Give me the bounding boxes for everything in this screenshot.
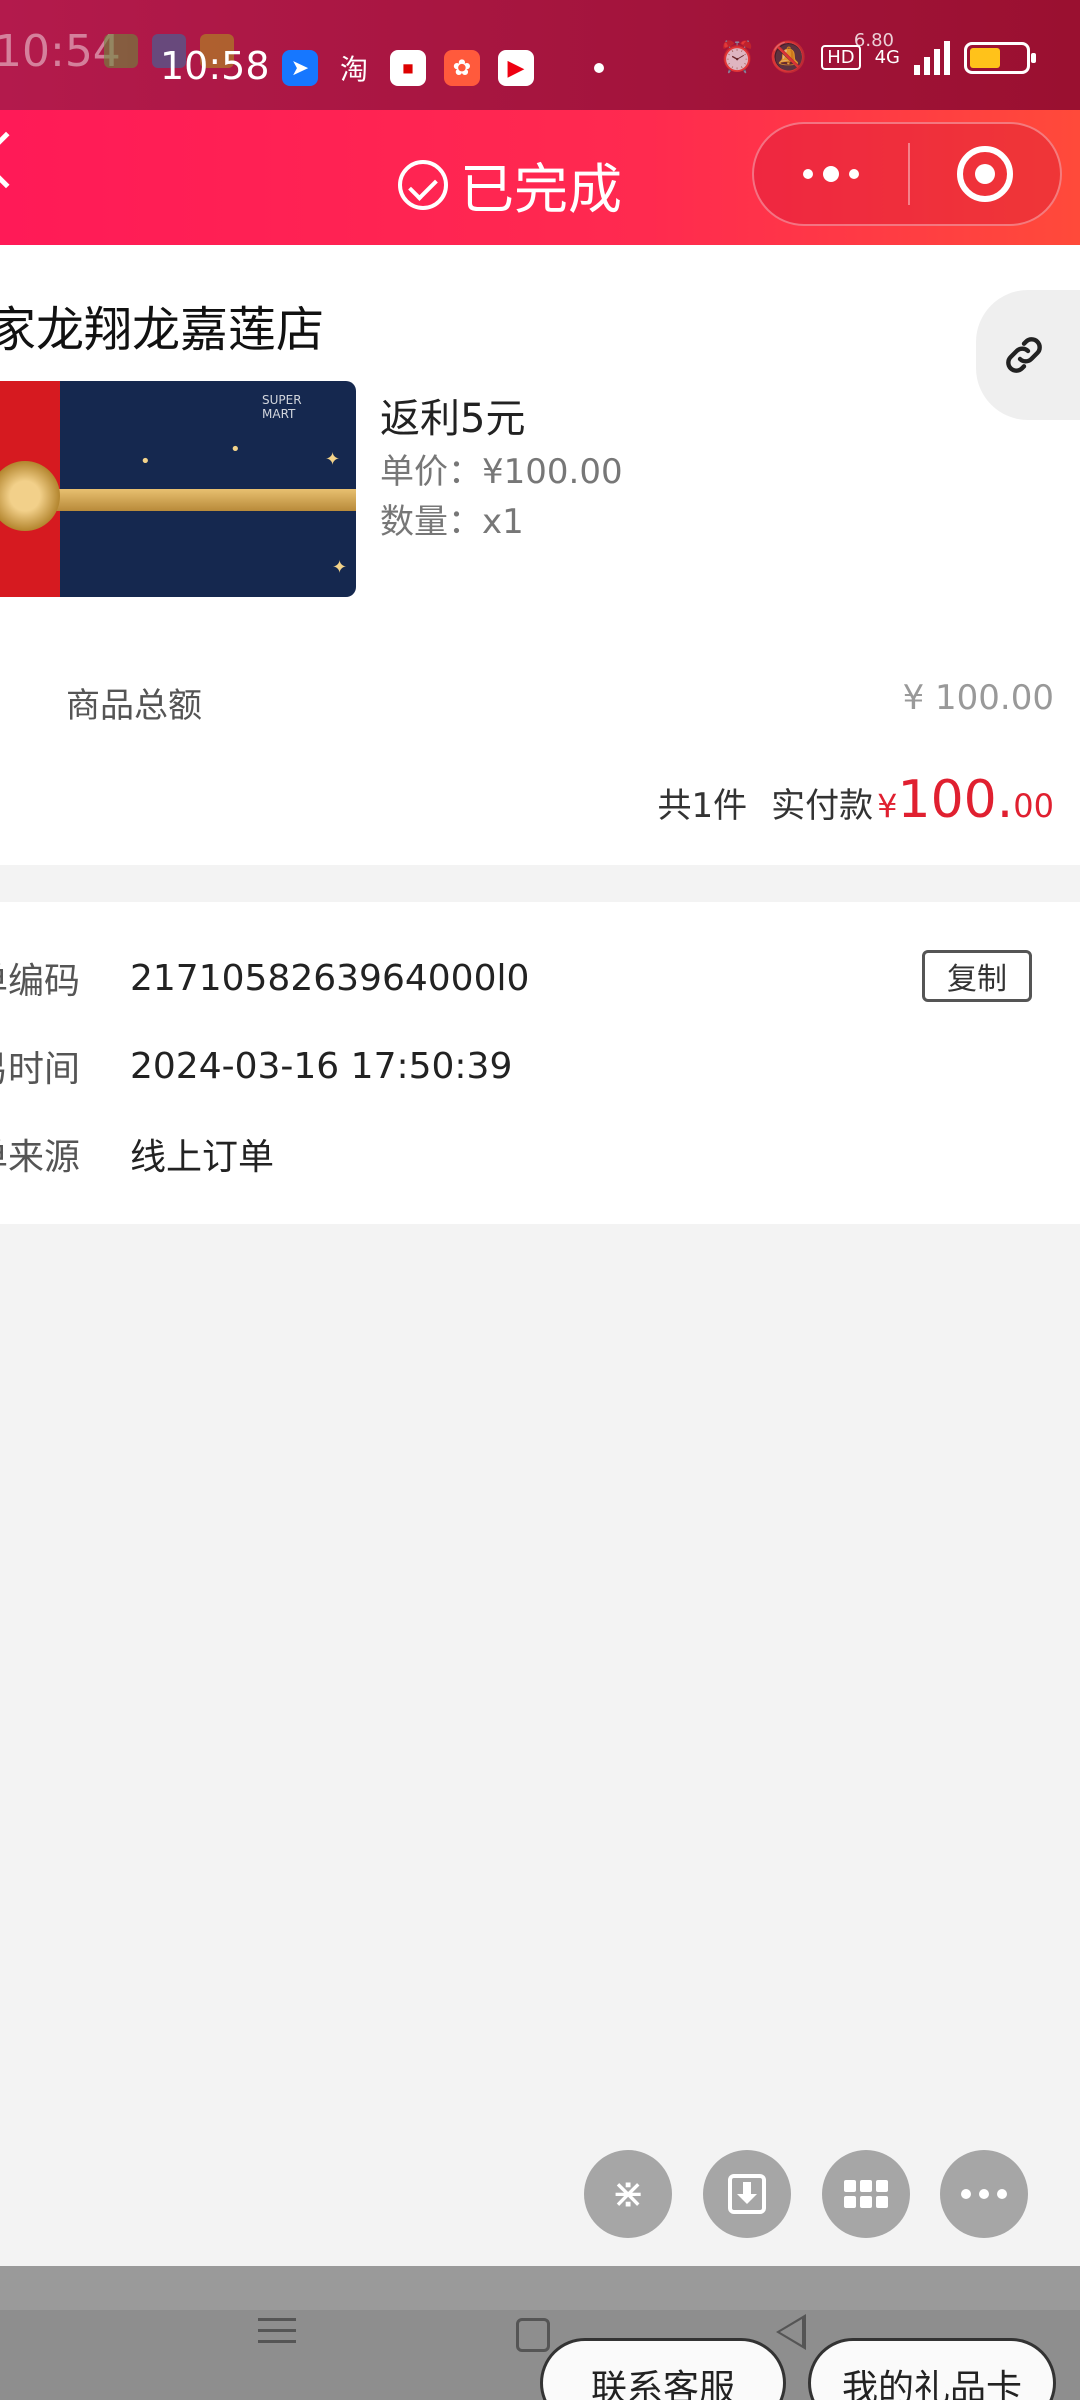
order-source-label: 单来源 xyxy=(0,1137,81,1178)
product-image[interactable]: SUPER MART • • ✦ ✦ xyxy=(0,381,356,597)
order-number-value: 2171058263964000l0 xyxy=(130,957,530,999)
check-circle-icon xyxy=(398,159,448,210)
more-icon xyxy=(961,2189,1007,2199)
taobao-icon: 淘 xyxy=(339,53,368,86)
video-app-icon: ✿ xyxy=(444,50,480,86)
nav-home-icon[interactable] xyxy=(516,2318,550,2352)
product-quantity: 数量：x1 xyxy=(380,502,524,542)
paid-label: 实付款 xyxy=(771,786,874,826)
grid-icon xyxy=(844,2180,888,2208)
order-source-row: 单来源 线上订单 xyxy=(0,1128,274,1180)
grid-fab[interactable] xyxy=(822,2150,910,2238)
link-icon xyxy=(1006,337,1042,373)
hd-icon: HD xyxy=(821,45,861,70)
share-link-button[interactable] xyxy=(976,290,1080,420)
miniprogram-capsule xyxy=(752,122,1062,226)
goods-total-value: ¥ 100.00 xyxy=(902,678,1054,718)
store-name[interactable]: 家龙翔龙嘉莲店 xyxy=(0,290,324,360)
paid-total-row: 共1件 实付款 ¥ 100. 00 xyxy=(658,770,1055,830)
my-gift-card-button[interactable]: 我的礼品卡 xyxy=(808,2338,1056,2400)
product-unit-price: 单价：¥100.00 xyxy=(380,452,623,492)
alarm-icon: ⏰ xyxy=(718,40,756,75)
page-title-text: 已完成 xyxy=(460,158,622,221)
status-time: 10:58 xyxy=(160,44,270,88)
alipay-icon: ➤ xyxy=(282,50,318,86)
nav-back-icon[interactable] xyxy=(776,2314,806,2350)
order-time-label: 易时间 xyxy=(0,1049,81,1090)
more-notifications-dot xyxy=(594,63,604,73)
battery-icon xyxy=(964,41,1036,74)
order-time-value: 2024-03-16 17:50:39 xyxy=(130,1045,513,1087)
download-fab[interactable] xyxy=(703,2150,791,2238)
order-source-value: 线上订单 xyxy=(130,1137,275,1178)
contact-service-button[interactable]: 联系客服 xyxy=(540,2338,786,2400)
close-miniprogram-button[interactable] xyxy=(910,146,1060,202)
nav-menu-icon[interactable] xyxy=(258,2318,296,2343)
play-app-icon: ▶ xyxy=(498,50,534,86)
sparkle-icon: ⋇ xyxy=(611,2171,645,2217)
product-title[interactable]: 返利5元 xyxy=(380,386,525,444)
shopping-app-icon: ■ xyxy=(390,50,426,86)
status-bar: 10:54 10:58 ➤ 淘 ■ ✿ ▶ 6.80 ⏰ 🔕 HD 4G xyxy=(0,0,1080,110)
close-target-icon xyxy=(957,146,1013,202)
status-right: ⏰ 🔕 HD 4G xyxy=(718,40,1036,75)
paid-currency: ¥ xyxy=(877,787,898,825)
order-number-label: 单编码 xyxy=(0,961,81,1002)
paid-decimal: 00 xyxy=(1013,787,1054,825)
goods-total-label: 商品总额 xyxy=(66,686,202,726)
sparkle-fab[interactable]: ⋇ xyxy=(584,2150,672,2238)
page-title: 已完成 xyxy=(398,145,622,224)
product-image-logo: SUPER MART xyxy=(262,393,302,421)
more-fab[interactable] xyxy=(940,2150,1028,2238)
item-count: 共1件 xyxy=(657,786,748,826)
notification-icons: ➤ 淘 ■ ✿ ▶ xyxy=(282,50,604,86)
order-number-row: 单编码 2171058263964000l0 xyxy=(0,952,529,1004)
paid-integer: 100. xyxy=(897,770,1014,830)
bottom-overlay xyxy=(0,2266,1080,2310)
mute-icon: 🔕 xyxy=(769,40,808,75)
network-type: 4G xyxy=(874,47,900,68)
copy-order-number-button[interactable]: 复制 xyxy=(922,950,1032,1002)
more-menu-button[interactable] xyxy=(754,166,908,182)
ghost-time: 10:54 xyxy=(0,26,121,77)
download-icon xyxy=(728,2174,766,2214)
signal-icon xyxy=(914,40,950,75)
order-time-row: 易时间 2024-03-16 17:50:39 xyxy=(0,1040,512,1092)
